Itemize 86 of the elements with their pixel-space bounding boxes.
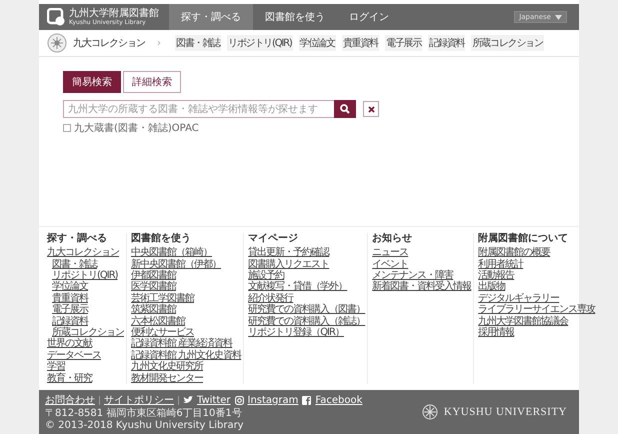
- checkbox[interactable]: [63, 124, 71, 132]
- footer-heading: 図書館を使う: [131, 232, 191, 244]
- footer-heading: 探す・調べる: [47, 232, 107, 244]
- caret-icon: [555, 14, 562, 20]
- footer-link[interactable]: Twitter: [197, 394, 231, 406]
- footer-link[interactable]: 附属図書館の概要: [478, 247, 550, 259]
- footer-link[interactable]: Facebook: [315, 394, 362, 406]
- footer-link[interactable]: 紹介状発行: [248, 292, 294, 304]
- collection-title: 九大コレクション: [73, 36, 145, 50]
- footer-link[interactable]: 記録資料: [52, 316, 88, 327]
- copyright-text: © 2013-2018 Kyushu University Library: [45, 420, 245, 431]
- footer-link[interactable]: お問合わせ: [45, 393, 95, 407]
- footer-link[interactable]: 医学図書館: [131, 281, 176, 293]
- footer-link[interactable]: 教育・研究: [47, 372, 92, 384]
- nav-tab[interactable]: 探す・調べる: [169, 4, 253, 30]
- footer-link[interactable]: 伊都図書館: [131, 270, 176, 282]
- search-field[interactable]: 九州大学の所蔵する図書・雑誌や学術情報等が探せます: [63, 100, 334, 118]
- footer-link[interactable]: 中央図書館（箱崎）: [131, 247, 212, 259]
- bird-icon: [183, 396, 193, 404]
- close-icon: [368, 106, 374, 112]
- footer-link[interactable]: 研究費での資料購入（図書）: [248, 304, 366, 316]
- footer-link[interactable]: 新着図書・資料受入情報: [372, 281, 472, 293]
- collection-link[interactable]: 電子展示: [385, 35, 422, 51]
- footer-link[interactable]: 図書・雑誌: [52, 258, 97, 270]
- library-name: 九州大学附属図書館: [69, 8, 159, 18]
- collection-link[interactable]: 図書・雑誌: [175, 35, 222, 51]
- footer-link[interactable]: 電子展示: [52, 304, 88, 316]
- footer-heading: お知らせ: [372, 232, 412, 244]
- footer-link[interactable]: ニュース: [372, 247, 408, 259]
- university-emblem-icon: [47, 33, 67, 53]
- footer-link[interactable]: 出版物: [478, 281, 506, 293]
- footer-link[interactable]: 記録資料館 九州文化史資料: [131, 350, 242, 362]
- collection-link[interactable]: 貴重資料: [342, 35, 379, 51]
- footer-link[interactable]: リポジトリ(QIR): [52, 270, 118, 282]
- footer-link[interactable]: 所蔵コレクション: [52, 326, 124, 338]
- footer-link[interactable]: 活動報告: [478, 270, 514, 282]
- footer-link[interactable]: 利用者統計: [478, 258, 524, 270]
- footer-link[interactable]: ライブラリーサイエンス専攻: [478, 304, 596, 316]
- footer-link[interactable]: 便利なサービス: [131, 326, 194, 338]
- footer-link[interactable]: サイトポリシー: [104, 393, 174, 407]
- footer-link[interactable]: 九州文化史研究所: [131, 361, 203, 373]
- footer-link[interactable]: 施設予約: [248, 270, 284, 282]
- search-button[interactable]: [334, 100, 356, 118]
- footer-link[interactable]: 九大コレクション: [47, 247, 119, 259]
- footer-link[interactable]: 芸術工学図書館: [131, 292, 194, 304]
- clear-button[interactable]: [363, 101, 379, 117]
- search-tab[interactable]: 簡易検索: [63, 71, 121, 93]
- footer-link[interactable]: 学位論文: [52, 281, 88, 293]
- collection-link[interactable]: 記録資料: [428, 35, 466, 51]
- footer-heading: マイページ: [248, 232, 298, 244]
- footer-link[interactable]: Instagram: [248, 394, 298, 406]
- footer-link[interactable]: 研究費での資料購入（雑誌）: [248, 316, 366, 327]
- university-name: KYUSHU UNIVERSITY: [444, 406, 567, 418]
- library-logo-icon: [47, 8, 65, 26]
- footer-link[interactable]: 採用情報: [478, 326, 514, 338]
- breadcrumb-separator: ›: [157, 38, 161, 48]
- footer-link[interactable]: 文献複写・貸借（学外）: [248, 281, 348, 293]
- nav-tab[interactable]: 図書館を使う: [253, 4, 337, 30]
- facebook-icon: [302, 396, 312, 404]
- footer-link[interactable]: データベース: [47, 350, 101, 362]
- footer-link[interactable]: 教材開発センター: [131, 372, 203, 384]
- footer-link[interactable]: 貴重資料: [52, 292, 88, 304]
- footer-link[interactable]: デジタルギャラリー: [478, 292, 560, 304]
- footer-heading: 附属図書館について: [478, 232, 568, 244]
- collection-link[interactable]: 所蔵コレクション: [471, 35, 544, 51]
- footer-link[interactable]: 貸出更新・予約確認: [248, 247, 330, 259]
- footer-link[interactable]: リポジトリ登録（QIR）: [248, 326, 344, 338]
- footer-link[interactable]: 記録資料館 産業経済資料: [131, 338, 232, 350]
- footer-link[interactable]: 新中央図書館（伊都）: [131, 258, 221, 270]
- footer-link[interactable]: メンテナンス・障害: [372, 270, 454, 282]
- university-emblem-icon: [422, 404, 438, 420]
- footer-link[interactable]: 図書購入リクエスト: [248, 258, 330, 270]
- address-text: 〒812-8581 福岡市東区箱崎6丁目10番1号: [45, 408, 243, 419]
- search-icon: [340, 104, 350, 114]
- collection-link[interactable]: 学位論文: [298, 35, 336, 51]
- footer-link[interactable]: 世界の文献: [47, 338, 92, 350]
- nav-tab[interactable]: ログイン: [337, 4, 401, 30]
- camera-icon: [234, 396, 244, 404]
- collection-link[interactable]: リポジトリ(QIR): [227, 35, 293, 51]
- search-tab[interactable]: 詳細検索: [123, 71, 181, 93]
- checkbox-label: 九大蔵書(図書・雑誌)OPAC: [74, 122, 199, 135]
- footer-link[interactable]: 筑紫図書館: [131, 304, 176, 316]
- footer-link[interactable]: 九州大学図書館協議会: [478, 316, 568, 327]
- footer-link[interactable]: 学習: [47, 361, 65, 373]
- footer-link[interactable]: 六本松図書館: [131, 316, 185, 327]
- footer-link[interactable]: イベント: [372, 258, 408, 270]
